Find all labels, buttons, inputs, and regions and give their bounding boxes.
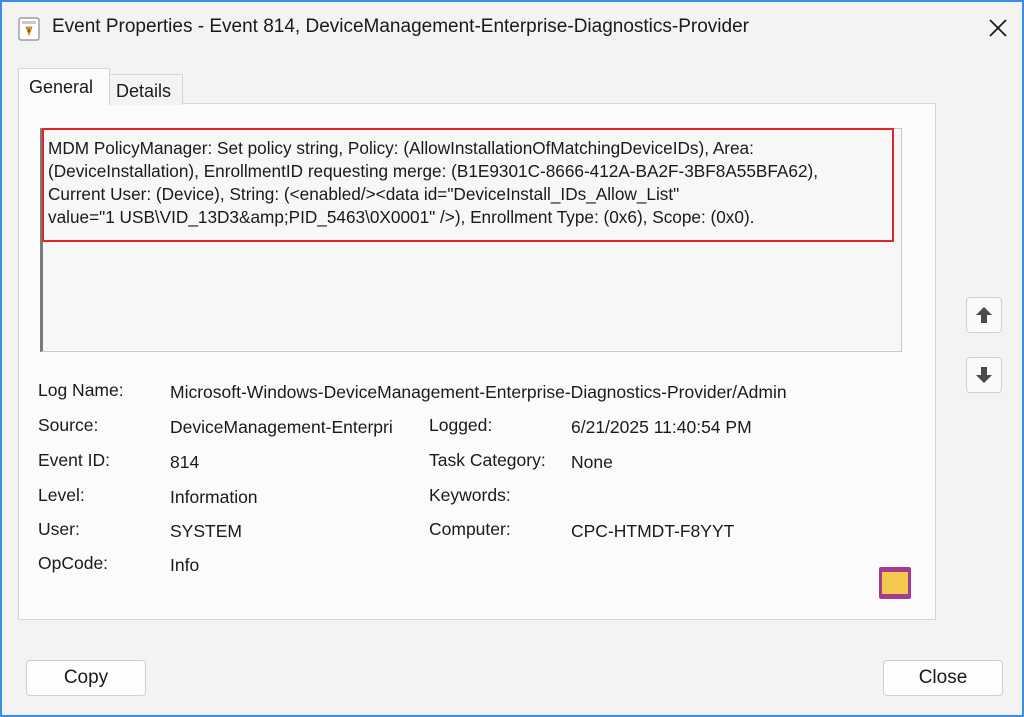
level-label: Level: xyxy=(38,485,85,505)
event-id-label: Event ID: xyxy=(38,450,110,470)
previous-event-button[interactable] xyxy=(966,297,1002,333)
close-button[interactable]: Close xyxy=(883,660,1003,696)
opcode-value[interactable]: Info xyxy=(170,555,199,576)
close-icon[interactable] xyxy=(982,12,1014,44)
computer-label: Computer: xyxy=(429,519,511,539)
logged-value[interactable]: 6/21/2025 11:40:54 PM xyxy=(571,417,752,438)
event-description-text: MDM PolicyManager: Set policy string, Po… xyxy=(48,138,818,227)
user-value[interactable]: SYSTEM xyxy=(170,521,242,542)
event-id-value[interactable]: 814 xyxy=(170,452,199,473)
title-bar: Event Properties - Event 814, DeviceMana… xyxy=(2,2,1022,56)
task-category-label: Task Category: xyxy=(429,450,546,470)
event-properties-window: Event Properties - Event 814, DeviceMana… xyxy=(0,0,1024,717)
tab-general[interactable]: General xyxy=(18,68,110,105)
opcode-label: OpCode: xyxy=(38,553,109,573)
source-label: Source: xyxy=(38,415,99,435)
user-label: User: xyxy=(38,519,80,539)
source-value[interactable]: DeviceManagement-Enterpri xyxy=(170,417,393,438)
copy-button[interactable]: Copy xyxy=(26,660,146,696)
log-name-label: Log Name: xyxy=(38,380,124,400)
tab-details[interactable]: Details xyxy=(108,74,183,105)
task-category-value[interactable]: None xyxy=(571,452,613,473)
next-event-button[interactable] xyxy=(966,357,1002,393)
tab-details-label: Details xyxy=(116,81,172,101)
logged-label: Logged: xyxy=(429,415,493,435)
level-value[interactable]: Information xyxy=(170,487,258,508)
window-title: Event Properties - Event 814, DeviceMana… xyxy=(52,16,749,37)
computer-value[interactable]: CPC-HTMDT-F8YYT xyxy=(571,521,734,542)
tab-general-label: General xyxy=(29,77,94,97)
logo-icon xyxy=(879,567,911,599)
arrow-down-icon xyxy=(976,367,992,383)
keywords-label: Keywords: xyxy=(429,485,511,505)
arrow-up-icon xyxy=(976,307,992,323)
log-name-value[interactable]: Microsoft-Windows-DeviceManagement-Enter… xyxy=(170,382,787,403)
event-viewer-icon xyxy=(18,17,40,41)
